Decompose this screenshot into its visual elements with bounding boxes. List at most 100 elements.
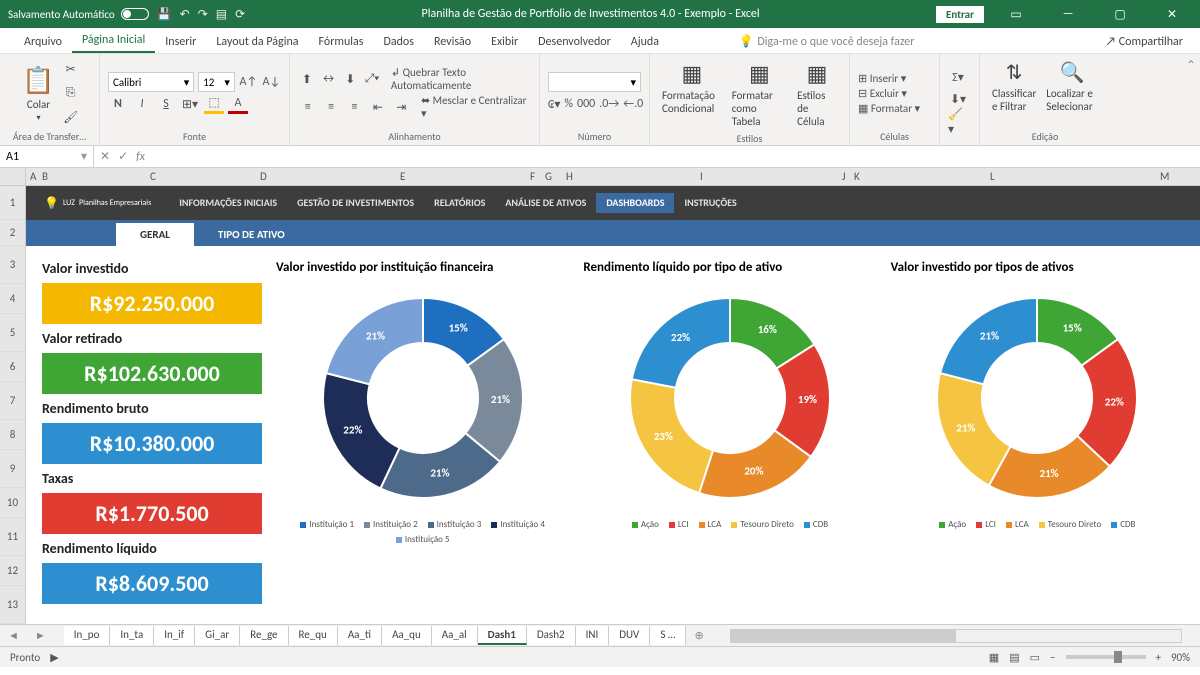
view-normal-icon[interactable]: ▦ [989, 651, 999, 664]
bold-icon[interactable]: N [108, 94, 128, 114]
collapse-ribbon-icon[interactable]: ⌃ [1182, 54, 1200, 145]
select-all-corner[interactable] [0, 168, 26, 185]
tell-me-input[interactable]: 💡 Diga-me o que você deseja fazer [734, 30, 918, 53]
format-table-button[interactable]: ▦Formatar como Tabela [728, 58, 791, 130]
menu-dados[interactable]: Dados [373, 31, 423, 53]
name-box[interactable]: A1▾ [0, 146, 94, 167]
align-top-icon[interactable]: ⬆ [298, 69, 316, 89]
paste-button[interactable]: 📋Colar▾ [18, 62, 58, 125]
zoom-level[interactable]: 90% [1171, 651, 1190, 664]
shrink-font-icon[interactable]: A↓ [262, 72, 281, 92]
percent-icon[interactable]: % [564, 94, 573, 114]
minimize-icon[interactable]: — [1048, 7, 1088, 21]
subtab-geral[interactable]: GERAL [116, 223, 194, 246]
sheet-tab[interactable]: In_po [64, 626, 111, 645]
tab-last-icon[interactable]: ► [27, 629, 54, 642]
indent-inc-icon[interactable]: ⇥ [392, 97, 411, 117]
fill-color-icon[interactable]: ⬚ [204, 94, 224, 114]
font-size[interactable]: 12▾ [198, 72, 235, 92]
grow-font-icon[interactable]: A↑ [239, 72, 258, 92]
nav-relatorios[interactable]: RELATÓRIOS [424, 193, 495, 213]
cut-icon[interactable]: ✂ [61, 59, 81, 79]
align-middle-icon[interactable]: ↔ [320, 69, 338, 89]
tab-first-icon[interactable]: ◄ [0, 629, 27, 642]
menu-pagina-inicial[interactable]: Página Inicial [72, 29, 155, 53]
italic-icon[interactable]: I [132, 94, 152, 114]
indent-dec-icon[interactable]: ⇤ [368, 97, 387, 117]
view-break-icon[interactable]: ▭ [1030, 651, 1040, 664]
zoom-slider[interactable] [1066, 655, 1146, 659]
currency-icon[interactable]: ₢▾ [548, 94, 560, 114]
menu-formulas[interactable]: Fórmulas [309, 31, 374, 53]
nav-instrucoes[interactable]: INSTRUÇÕES [674, 193, 746, 213]
horizontal-scrollbar[interactable] [730, 629, 1182, 643]
sheet-tab[interactable]: Gi_ar [195, 626, 240, 645]
qat-icon[interactable]: ⟳ [235, 7, 245, 22]
new-sheet-icon[interactable]: ⊕ [686, 629, 711, 642]
close-icon[interactable]: ✕ [1152, 7, 1192, 22]
clear-icon[interactable]: 🧹▾ [948, 112, 968, 132]
maximize-icon[interactable]: ▢ [1100, 7, 1140, 22]
menu-arquivo[interactable]: Arquivo [14, 31, 72, 53]
nav-analise[interactable]: ANÁLISE DE ATIVOS [495, 193, 596, 213]
align-center-icon[interactable]: ≡ [321, 97, 340, 117]
sheet-tab[interactable]: Aa_al [432, 626, 478, 645]
sheet-tab[interactable]: Aa_ti [338, 626, 382, 645]
menu-desenvolvedor[interactable]: Desenvolvedor [528, 31, 621, 53]
zoom-in-icon[interactable]: + [1156, 651, 1161, 664]
menu-ajuda[interactable]: Ajuda [621, 31, 669, 53]
find-select-button[interactable]: 🔍Localizar e Selecionar [1042, 58, 1102, 128]
signin-button[interactable]: Entrar [936, 6, 984, 23]
sheet-tab[interactable]: Dash1 [478, 626, 527, 645]
fx-icon[interactable]: fx [136, 150, 145, 164]
view-layout-icon[interactable]: ▤ [1009, 651, 1019, 664]
border-icon[interactable]: ⊞▾ [180, 94, 200, 114]
sheet-tab[interactable]: In_if [154, 626, 195, 645]
share-button[interactable]: ↗ Compartilhar [1098, 32, 1190, 52]
sheet-tab[interactable]: Re_ge [240, 626, 288, 645]
column-headers[interactable]: A B C D E F G H I J K L M [0, 168, 1200, 186]
zoom-out-icon[interactable]: − [1050, 651, 1055, 664]
sum-icon[interactable]: Σ▾ [948, 68, 968, 88]
menu-exibir[interactable]: Exibir [481, 31, 528, 53]
format-painter-icon[interactable]: 🖌 [61, 107, 81, 127]
orientation-icon[interactable]: ⤢▾ [363, 69, 381, 89]
insert-cells[interactable]: ⊞ Inserir ▾ [858, 72, 931, 85]
cell-styles-button[interactable]: ▦Estilos de Célula [793, 58, 841, 130]
cancel-icon[interactable]: ✕ [100, 149, 110, 164]
thousands-icon[interactable]: 000 [577, 94, 595, 114]
align-left-icon[interactable]: ≡ [298, 97, 317, 117]
format-cells[interactable]: ▦ Formatar ▾ [858, 102, 931, 115]
number-format[interactable]: ▾ [548, 72, 641, 92]
macro-icon[interactable]: ▶ [50, 651, 58, 664]
sheet-tab[interactable]: DUV [609, 626, 650, 645]
redo-icon[interactable]: ↷ [198, 7, 208, 22]
menu-inserir[interactable]: Inserir [155, 31, 206, 53]
enter-icon[interactable]: ✓ [118, 149, 128, 164]
copy-icon[interactable]: ⎘ [61, 83, 81, 103]
autosave-toggle[interactable]: Salvamento Automático [8, 8, 149, 21]
wrap-button[interactable]: ↲ Quebrar Texto Automaticamente [391, 66, 531, 92]
ribbon-display-icon[interactable]: ▭ [996, 7, 1036, 22]
delete-cells[interactable]: ⊟ Excluir ▾ [858, 87, 931, 100]
row-headers[interactable]: 12345678910111213 [0, 186, 26, 624]
sheet-tab[interactable]: Dash2 [527, 626, 576, 645]
font-color-icon[interactable]: A [228, 94, 248, 114]
align-right-icon[interactable]: ≡ [345, 97, 364, 117]
sheet-tab[interactable]: Re_qu [289, 626, 338, 645]
nav-dashboards[interactable]: DASHBOARDS [596, 193, 674, 213]
inc-decimal-icon[interactable]: .0→ [599, 94, 619, 114]
nav-gestao[interactable]: GESTÃO DE INVESTIMENTOS [287, 193, 424, 213]
cond-format-button[interactable]: ▦Formatação Condicional [658, 58, 726, 130]
save-icon[interactable]: 💾 [157, 7, 172, 22]
font-select[interactable]: Calibri▾ [108, 72, 194, 92]
menu-layout[interactable]: Layout da Página [206, 31, 308, 53]
sheet-tab[interactable]: Aa_qu [382, 626, 432, 645]
sheet-tab[interactable]: INI [576, 626, 610, 645]
undo-icon[interactable]: ↶ [180, 7, 190, 22]
sort-filter-button[interactable]: ⇅Classificar e Filtrar [988, 58, 1040, 128]
menu-revisao[interactable]: Revisão [424, 31, 481, 53]
merge-button[interactable]: ⬌ Mesclar e Centralizar ▾ [421, 94, 531, 120]
sheet-tab[interactable]: In_ta [110, 626, 154, 645]
nav-informacoes[interactable]: INFORMAÇÕES INICIAIS [169, 193, 287, 213]
